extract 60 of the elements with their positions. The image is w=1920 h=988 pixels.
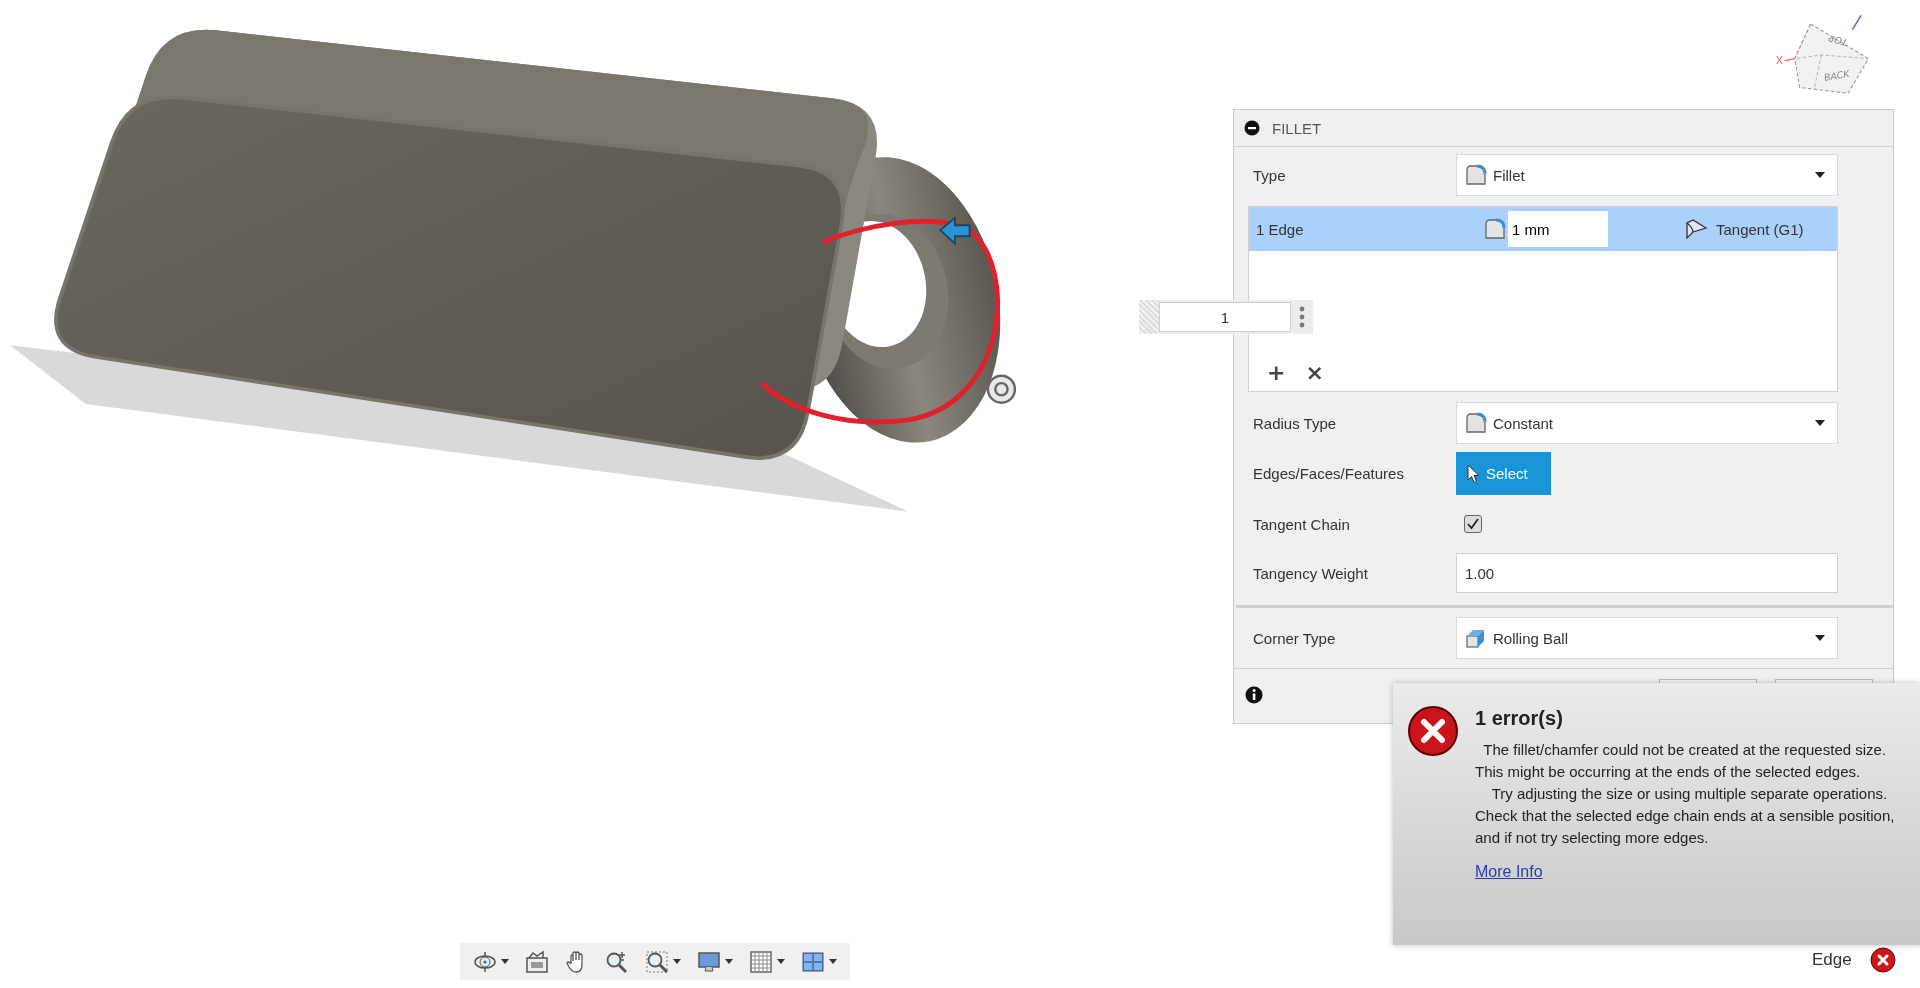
error-message: The fillet/chamfer could not be created at the requested size. This might be occurring at the ends of the selected edges. [1475,740,1888,782]
field-label: Radius Type [1252,414,1338,432]
field-label: Tangency Weight [1252,564,1369,582]
dropdown[interactable]: Fillet [1456,154,1838,196]
direction-arrow-icon[interactable] [938,215,971,246]
dropdown-value: Fillet [1493,166,1526,184]
panel-title: FILLET [1272,119,1322,137]
dropdown[interactable]: Constant [1456,402,1838,444]
viewports-icon [801,949,825,974]
error-icon [1407,705,1459,757]
caret-icon[interactable] [1815,635,1825,641]
clear-selection-icon[interactable] [1869,947,1896,973]
field-label: Corner Type [1252,629,1337,647]
error-message: Try adjusting the size or using multiple separate operations. Check that the selected edge chain ends at a sensible position, and if not try selecting more edges. [1475,784,1896,848]
info-icon[interactable] [1245,686,1263,704]
grid-icon [749,949,773,974]
corner-type-icon [1465,627,1487,649]
cursor-icon [1466,463,1480,484]
collapse-icon[interactable] [1244,120,1260,136]
z-axis-line [1851,14,1862,31]
zoom-window-icon [645,949,669,974]
caret-icon[interactable] [829,959,837,964]
display-icon [697,949,721,974]
continuity-dropdown[interactable]: Tangent (G1) [1684,218,1837,240]
fillet-icon [1465,412,1487,434]
caret-icon[interactable] [673,959,681,964]
dropdown-value: Constant [1493,414,1555,432]
caret-icon[interactable] [725,959,733,964]
more-info-link[interactable]: More Info [1475,863,1543,881]
edge-row[interactable]: 1 Edge 1 mm Tangent (G1) [1249,207,1837,251]
manipulator-handle-icon[interactable] [986,374,1017,404]
remove-button[interactable]: × [1301,360,1328,385]
dropdown-value: Rolling Ball [1493,629,1570,647]
caret-icon[interactable] [1815,172,1825,178]
field-label: Type [1252,166,1287,184]
tangent-icon [1684,218,1708,240]
more-options-icon[interactable] [1299,306,1305,328]
selection-label: Edge [1812,950,1852,970]
tangency-weight-field[interactable]: 1.00 [1456,553,1838,593]
selected-edge-highlight[interactable] [759,218,1000,425]
error-title: 1 error(s) [1475,707,1564,730]
x-axis-line [1783,57,1796,62]
fillet-icon [1484,218,1506,240]
add-button[interactable]: + [1263,360,1290,385]
caret-icon[interactable] [501,959,509,964]
grip-handle[interactable] [1139,300,1159,334]
look-at-icon [525,949,549,974]
fillet-icon [1465,164,1487,186]
edge-count-label: 1 Edge [1256,220,1305,238]
radius-field[interactable]: 1 mm [1508,211,1608,247]
x-axis-label: X [1775,55,1783,67]
zoom-icon [605,949,629,974]
tangent-chain-checkbox[interactable] [1464,515,1482,533]
field-label: Edges/Faces/Features [1252,465,1405,482]
caret-icon[interactable] [1815,420,1825,426]
caret-icon[interactable] [777,959,785,964]
field-label: Tangent Chain [1252,515,1351,533]
orbit-icon [473,949,497,974]
dropdown[interactable]: Rolling Ball [1456,617,1838,659]
count-field[interactable]: 1 [1159,302,1291,332]
